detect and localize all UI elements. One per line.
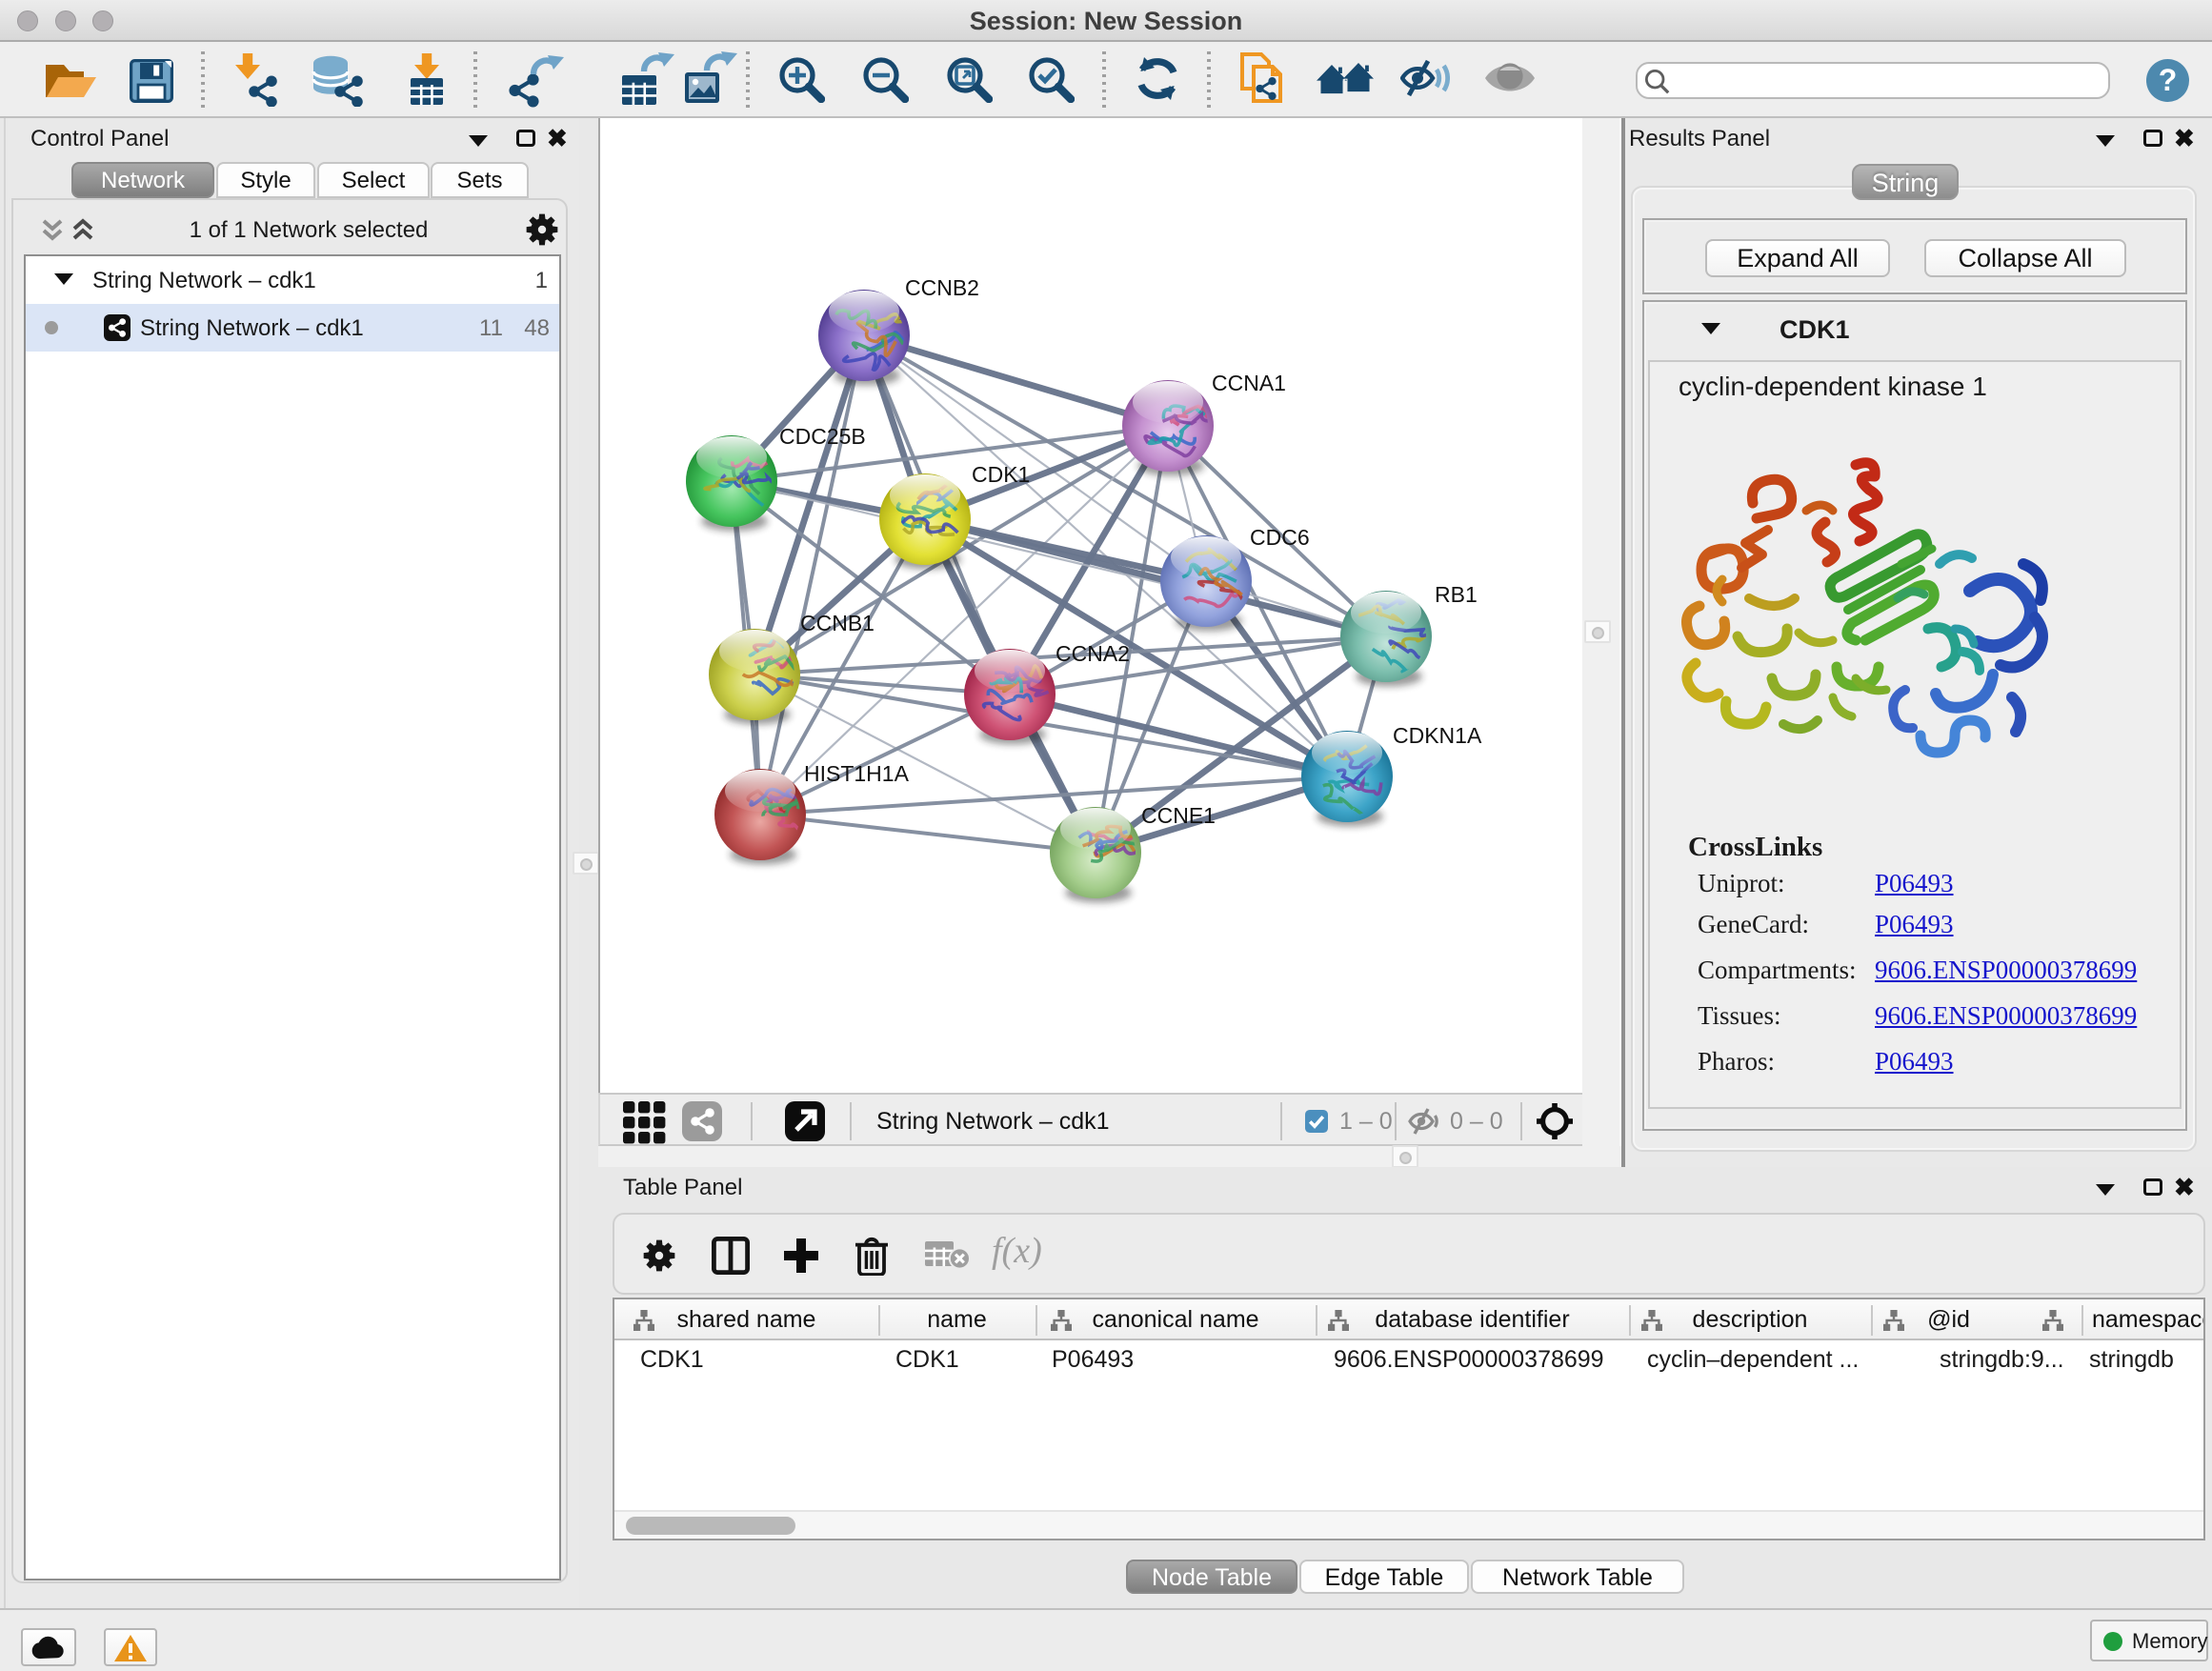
svg-text:CCNA1: CCNA1 — [1212, 371, 1286, 395]
svg-text:CCNE1: CCNE1 — [1141, 803, 1216, 828]
svg-text:CDKN1A: CDKN1A — [1393, 723, 1482, 748]
svg-text:CDK1: CDK1 — [972, 462, 1030, 487]
svg-text:CCNA2: CCNA2 — [1056, 641, 1130, 666]
svg-text:CCNB1: CCNB1 — [800, 611, 875, 635]
svg-text:CCNB2: CCNB2 — [905, 275, 979, 300]
svg-text:CDC6: CDC6 — [1250, 525, 1310, 550]
svg-text:CDC25B: CDC25B — [779, 424, 866, 449]
svg-text:HIST1H1A: HIST1H1A — [804, 761, 910, 786]
svg-text:RB1: RB1 — [1435, 582, 1478, 607]
